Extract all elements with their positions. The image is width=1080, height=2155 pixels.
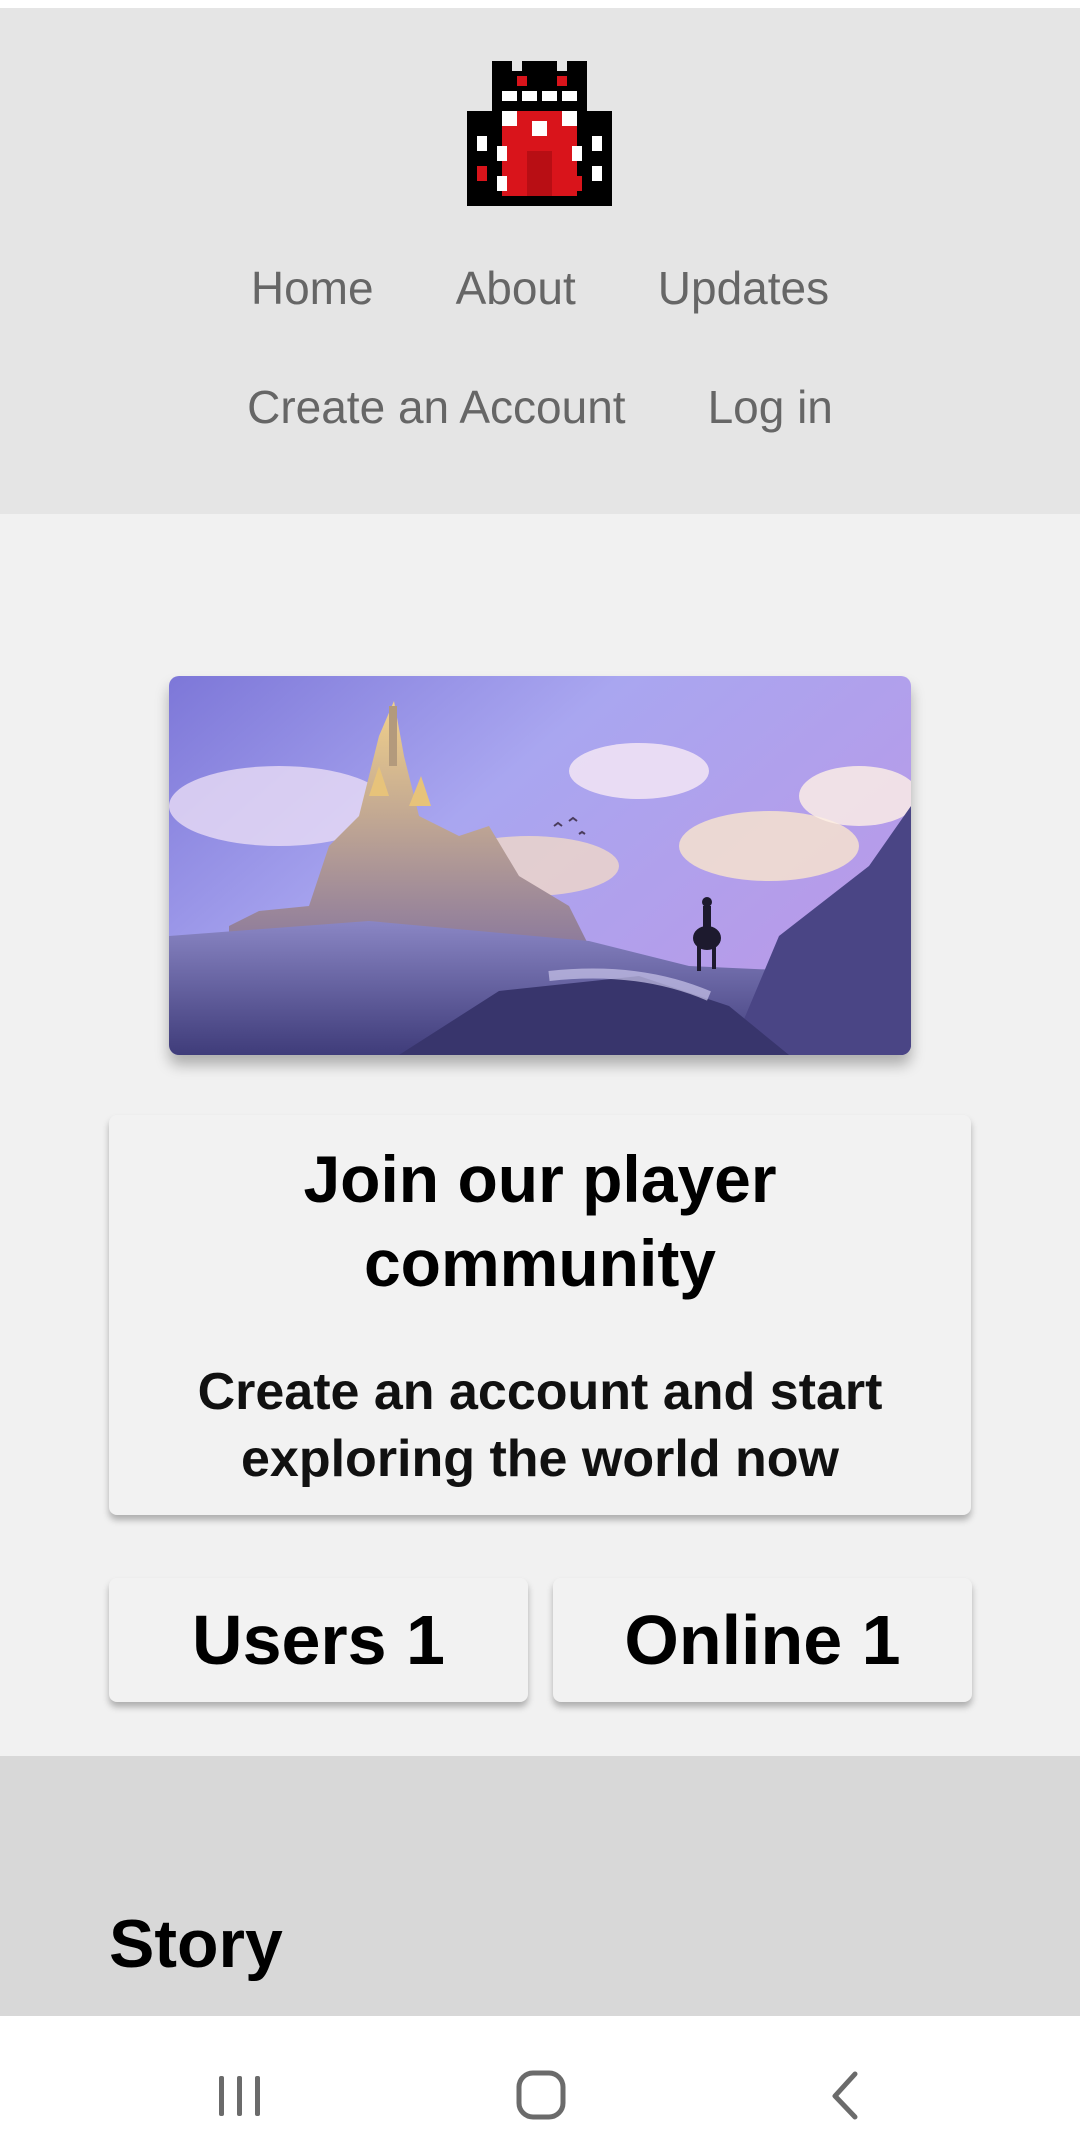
story-section: Story	[0, 1756, 1080, 2016]
online-count: Online 1	[624, 1601, 901, 1679]
nav-about-link[interactable]: About	[456, 260, 576, 316]
online-count-card: Online 1	[553, 1578, 972, 1702]
back-icon[interactable]	[805, 2054, 885, 2134]
castle-logo-icon[interactable]	[467, 61, 612, 206]
nav-home-link[interactable]: Home	[251, 260, 374, 316]
story-heading: Story	[109, 1906, 283, 1982]
join-community-card: Join our player community Create an acco…	[109, 1115, 971, 1515]
site-header: Home About Updates Create an Account Log…	[0, 8, 1080, 514]
home-icon[interactable]	[502, 2054, 582, 2134]
system-navigation-bar	[0, 2016, 1080, 2155]
main-nav: Home About Updates	[0, 260, 1080, 316]
users-count-card: Users 1	[109, 1578, 528, 1702]
join-card-subtitle: Create an account and start exploring th…	[197, 1363, 883, 1488]
users-count: Users 1	[192, 1601, 445, 1679]
status-bar-strip	[0, 0, 1080, 8]
nav-login-link[interactable]: Log in	[708, 379, 833, 435]
hero-illustration	[169, 676, 911, 1055]
recent-apps-icon[interactable]	[200, 2054, 280, 2134]
join-card-title: Join our player community	[303, 1142, 777, 1300]
account-nav: Create an Account Log in	[0, 379, 1080, 435]
nav-create-account-link[interactable]: Create an Account	[247, 379, 625, 435]
nav-updates-link[interactable]: Updates	[658, 260, 829, 316]
